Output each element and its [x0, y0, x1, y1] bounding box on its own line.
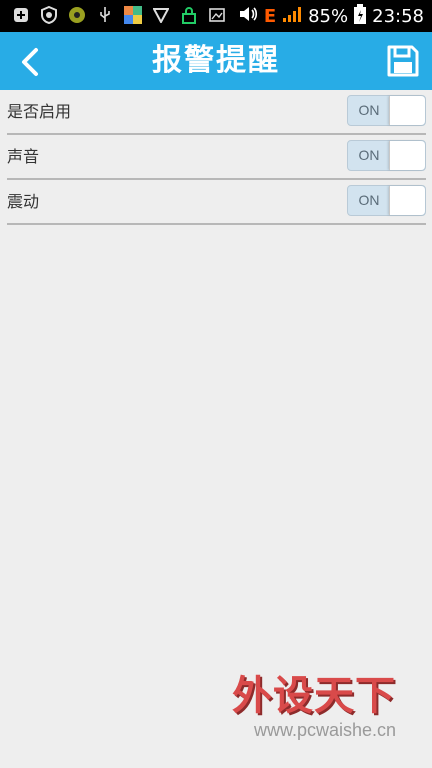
photo-app-icon	[124, 6, 142, 24]
signal-icon	[282, 5, 302, 28]
title-bar: 报警提醒	[0, 32, 432, 90]
toggle-knob	[389, 96, 425, 125]
save-button[interactable]	[386, 44, 420, 78]
vpn-icon	[152, 6, 170, 24]
setting-row-sound: 声音 ON	[7, 135, 426, 180]
watermark-logo: 外设天下	[232, 673, 396, 719]
volume-icon	[238, 5, 258, 28]
setting-label: 是否启用	[7, 102, 72, 121]
toggle-knob	[389, 186, 425, 215]
clock: 23:58	[372, 5, 424, 27]
status-bar: E 85% 23:58	[0, 0, 432, 32]
usb-icon	[96, 6, 114, 24]
setting-label: 声音	[7, 147, 40, 166]
network-type: E	[263, 5, 277, 27]
status-right: E 85% 23:58	[238, 0, 424, 32]
battery-percent: 85%	[308, 5, 349, 27]
setting-row-enable: 是否启用 ON	[7, 90, 426, 135]
watermark: 外设天下 www.pcwaishe.cn	[232, 672, 417, 741]
toggle-state: ON	[358, 192, 380, 208]
notification-plus-icon	[12, 6, 30, 24]
lock-icon	[180, 6, 198, 24]
floppy-disk-icon	[387, 45, 419, 77]
image-icon	[208, 6, 226, 24]
setting-row-vibrate: 震动 ON	[7, 180, 426, 225]
battery-icon	[354, 3, 367, 29]
settings-list: 是否启用 ON 声音 ON 震动 ON	[7, 90, 426, 225]
watermark-url: www.pcwaishe.cn	[254, 720, 397, 740]
setting-label: 震动	[7, 192, 40, 211]
page-title: 报警提醒	[152, 43, 280, 78]
vibrate-toggle[interactable]: ON	[347, 185, 426, 216]
app-icon	[68, 6, 86, 24]
toggle-state: ON	[358, 147, 380, 163]
enable-toggle[interactable]: ON	[347, 95, 426, 126]
shield-icon	[40, 6, 58, 24]
toggle-knob	[389, 141, 425, 170]
notification-icons	[12, 6, 226, 24]
toggle-state: ON	[358, 102, 380, 118]
sound-toggle[interactable]: ON	[347, 140, 426, 171]
